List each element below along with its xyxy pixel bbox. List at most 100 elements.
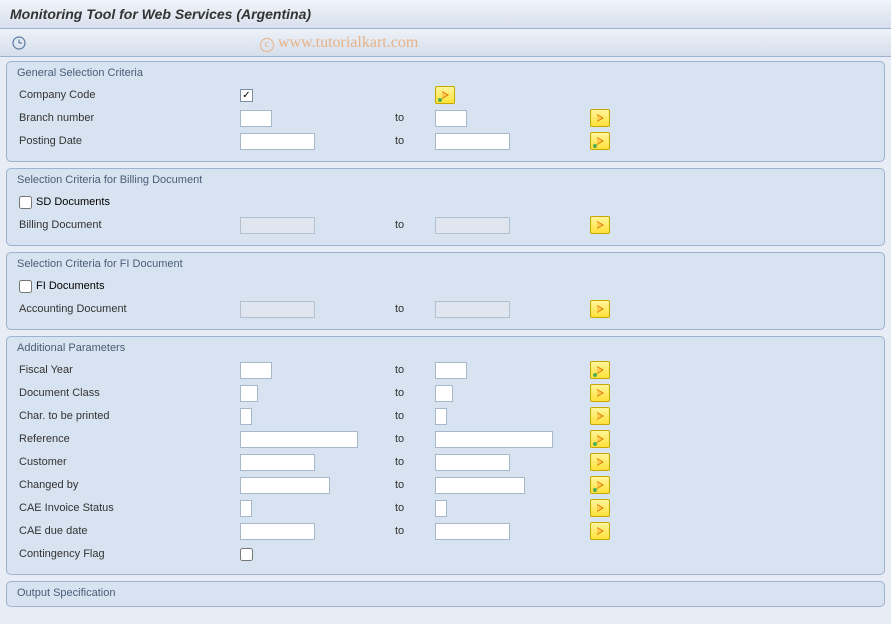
row-fi-documents: FI Documents — [15, 275, 876, 297]
to-label: to — [395, 387, 435, 399]
to-label: to — [395, 433, 435, 445]
group-title-general: General Selection Criteria — [15, 64, 876, 84]
group-title-billing: Selection Criteria for Billing Document — [15, 171, 876, 191]
arrow-right-icon — [597, 114, 604, 122]
reference-to-input[interactable] — [435, 431, 553, 448]
group-general: General Selection Criteria Company Code … — [6, 61, 885, 162]
label-billing-document: Billing Document — [15, 219, 240, 231]
title-bar: Monitoring Tool for Web Services (Argent… — [0, 0, 891, 29]
cae-status-range-button[interactable] — [590, 499, 610, 517]
branch-number-from-input[interactable] — [240, 110, 272, 127]
contingency-checkbox[interactable] — [240, 548, 253, 561]
group-title-fi: Selection Criteria for FI Document — [15, 255, 876, 275]
billing-doc-to-input[interactable] — [435, 217, 510, 234]
fi-documents-checkbox[interactable] — [19, 280, 32, 293]
arrow-right-icon — [442, 91, 449, 99]
fiscal-year-from-input[interactable] — [240, 362, 272, 379]
billing-doc-from-input[interactable] — [240, 217, 315, 234]
arrow-right-icon — [597, 305, 604, 313]
dot-icon — [593, 144, 597, 148]
label-branch-number: Branch number — [15, 112, 240, 124]
row-cae-status: CAE Invoice Status to — [15, 497, 876, 519]
label-changed-by: Changed by — [15, 479, 240, 491]
arrow-right-icon — [597, 221, 604, 229]
fiscal-year-to-input[interactable] — [435, 362, 467, 379]
customer-to-input[interactable] — [435, 454, 510, 471]
group-billing: Selection Criteria for Billing Document … — [6, 168, 885, 246]
label-accounting-document: Accounting Document — [15, 303, 240, 315]
row-fiscal-year: Fiscal Year to — [15, 359, 876, 381]
to-label: to — [395, 135, 435, 147]
row-document-class: Document Class to — [15, 382, 876, 404]
toolbar — [0, 29, 891, 57]
cae-status-to-input[interactable] — [435, 500, 447, 517]
row-changed-by: Changed by to — [15, 474, 876, 496]
cae-due-to-input[interactable] — [435, 523, 510, 540]
to-label: to — [395, 525, 435, 537]
branch-number-range-button[interactable] — [590, 109, 610, 127]
group-additional: Additional Parameters Fiscal Year to Doc… — [6, 336, 885, 575]
posting-date-to-input[interactable] — [435, 133, 510, 150]
label-cae-status: CAE Invoice Status — [15, 502, 240, 514]
dot-icon — [438, 98, 442, 102]
branch-number-to-input[interactable] — [435, 110, 467, 127]
fiscal-year-range-button[interactable] — [590, 361, 610, 379]
to-label: to — [395, 364, 435, 376]
reference-range-button[interactable] — [590, 430, 610, 448]
cae-status-from-input[interactable] — [240, 500, 252, 517]
row-contingency: Contingency Flag — [15, 543, 876, 565]
to-label: to — [395, 219, 435, 231]
changed-by-range-button[interactable] — [590, 476, 610, 494]
acct-doc-range-button[interactable] — [590, 300, 610, 318]
char-printed-to-input[interactable] — [435, 408, 447, 425]
arrow-right-icon — [597, 458, 604, 466]
doc-class-from-input[interactable] — [240, 385, 258, 402]
arrow-right-icon — [597, 504, 604, 512]
dot-icon — [593, 373, 597, 377]
cae-due-range-button[interactable] — [590, 522, 610, 540]
row-sd-documents: SD Documents — [15, 191, 876, 213]
row-billing-document: Billing Document to — [15, 214, 876, 236]
billing-doc-range-button[interactable] — [590, 216, 610, 234]
group-title-output: Output Specification — [15, 584, 876, 604]
group-fi: Selection Criteria for FI Document FI Do… — [6, 252, 885, 330]
changed-by-from-input[interactable] — [240, 477, 330, 494]
arrow-right-icon — [597, 389, 604, 397]
label-fiscal-year: Fiscal Year — [15, 364, 240, 376]
customer-from-input[interactable] — [240, 454, 315, 471]
acct-doc-from-input[interactable] — [240, 301, 315, 318]
content-area: General Selection Criteria Company Code … — [0, 57, 891, 617]
label-cae-due: CAE due date — [15, 525, 240, 537]
cae-due-from-input[interactable] — [240, 523, 315, 540]
arrow-right-icon — [597, 527, 604, 535]
to-label: to — [395, 112, 435, 124]
dot-icon — [593, 442, 597, 446]
company-code-check-icon[interactable]: ✓ — [240, 89, 253, 102]
to-label: to — [395, 456, 435, 468]
to-label: to — [395, 303, 435, 315]
posting-date-from-input[interactable] — [240, 133, 315, 150]
customer-range-button[interactable] — [590, 453, 610, 471]
char-printed-range-button[interactable] — [590, 407, 610, 425]
row-posting-date: Posting Date to — [15, 130, 876, 152]
doc-class-range-button[interactable] — [590, 384, 610, 402]
label-sd-documents: SD Documents — [36, 196, 110, 208]
arrow-right-icon — [597, 412, 604, 420]
sd-documents-checkbox[interactable] — [19, 196, 32, 209]
label-reference: Reference — [15, 433, 240, 445]
company-code-range-button[interactable] — [435, 86, 455, 104]
row-branch-number: Branch number to — [15, 107, 876, 129]
row-cae-due: CAE due date to — [15, 520, 876, 542]
acct-doc-to-input[interactable] — [435, 301, 510, 318]
changed-by-to-input[interactable] — [435, 477, 525, 494]
execute-button[interactable] — [8, 33, 30, 53]
arrow-right-icon — [597, 366, 604, 374]
char-printed-from-input[interactable] — [240, 408, 252, 425]
label-contingency: Contingency Flag — [15, 548, 240, 560]
doc-class-to-input[interactable] — [435, 385, 453, 402]
label-posting-date: Posting Date — [15, 135, 240, 147]
to-label: to — [395, 410, 435, 422]
label-char-printed: Char. to be printed — [15, 410, 240, 422]
posting-date-range-button[interactable] — [590, 132, 610, 150]
reference-from-input[interactable] — [240, 431, 358, 448]
